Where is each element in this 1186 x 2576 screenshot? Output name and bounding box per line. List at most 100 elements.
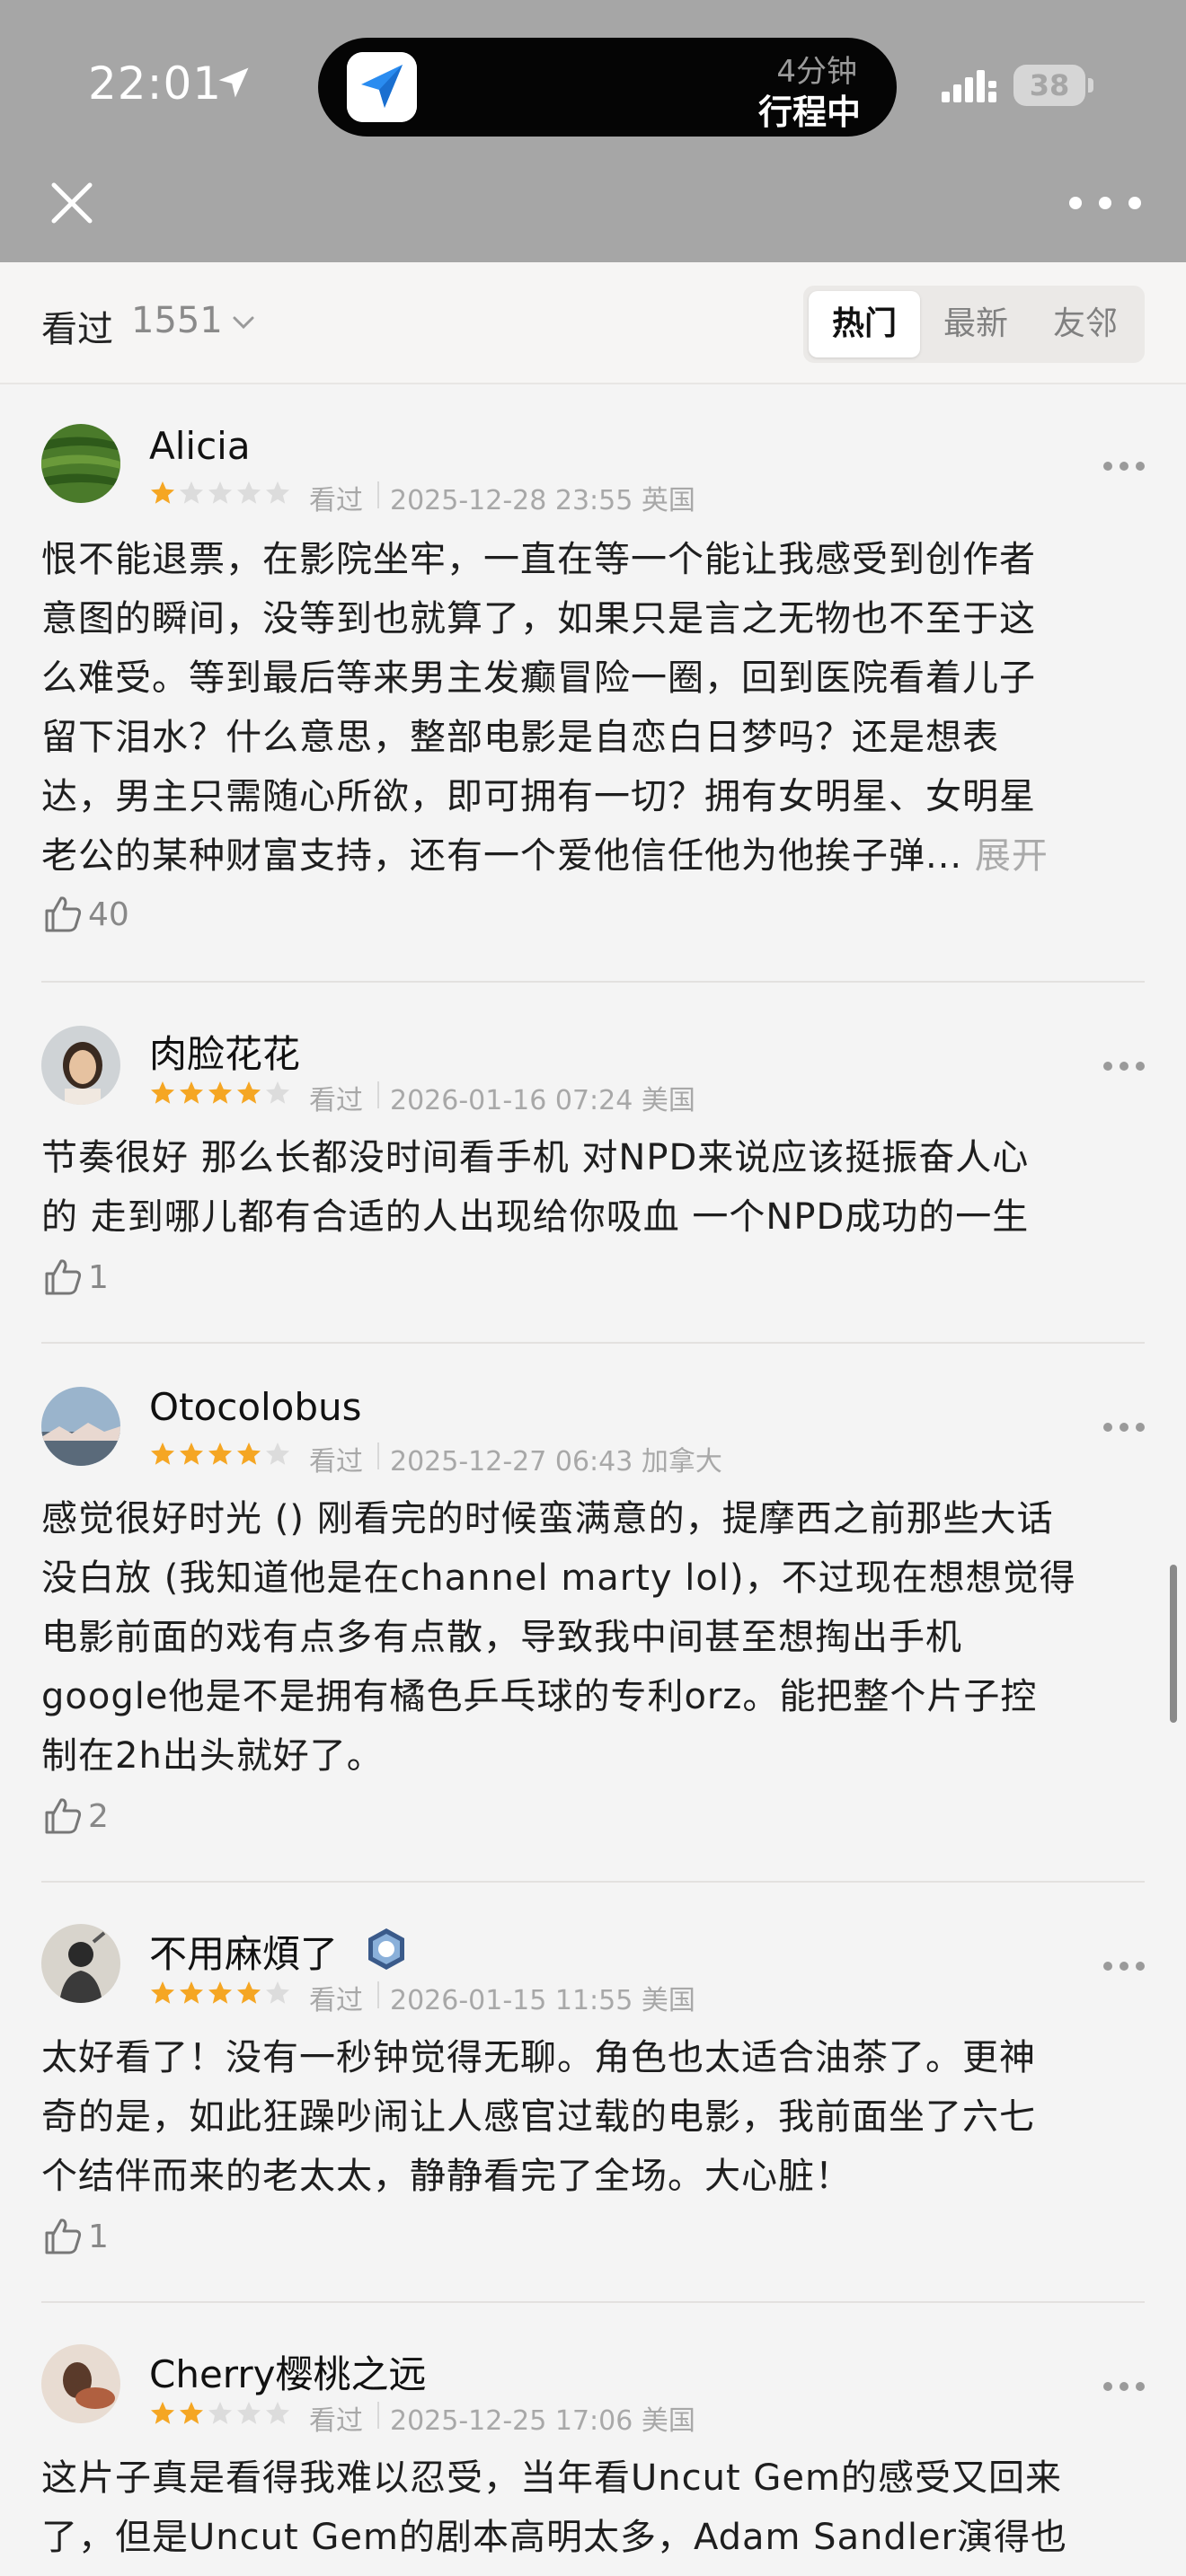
thumbs-up-icon: [45, 1798, 82, 1834]
close-icon[interactable]: [45, 176, 99, 230]
review-more-button[interactable]: [1103, 1960, 1145, 1972]
review-more-button[interactable]: [1103, 2380, 1145, 2393]
star-filled-icon: [151, 1442, 174, 1465]
star-empty-icon: [266, 1981, 289, 2004]
watch-status: 看过: [309, 2405, 363, 2437]
star-filled-icon: [151, 1081, 174, 1104]
star-filled-icon: [151, 2402, 174, 2424]
username[interactable]: Cherry樱桃之远: [149, 2344, 426, 2399]
star-empty-icon: [266, 1442, 289, 1465]
watch-status: 看过: [309, 485, 363, 516]
sort-segmented-control: 热门 最新 友邻: [803, 286, 1145, 363]
star-filled-icon: [151, 481, 174, 504]
filter-bar: 看过 1551 热门 最新 友邻: [0, 262, 1186, 384]
star-filled-icon: [237, 1442, 261, 1465]
tab-friends[interactable]: 友邻: [1031, 291, 1139, 357]
star-empty-icon: [180, 481, 203, 504]
tab-latest[interactable]: 最新: [922, 291, 1030, 357]
divider: [41, 981, 1145, 983]
more-options-button[interactable]: [1069, 185, 1141, 221]
review-text: 节奏很好 那么长都没时间看手机 对NPD来说应该挺振奋人心 的 走到哪儿都有合适…: [41, 1137, 1030, 1238]
thumbs-up-icon: [45, 896, 82, 932]
chevron-down-icon[interactable]: [230, 309, 257, 336]
navigation-app-icon: [347, 52, 417, 122]
like-button[interactable]: 1: [41, 2215, 109, 2258]
star-empty-icon: [237, 2402, 261, 2424]
trip-status: 行程中: [757, 93, 861, 132]
dynamic-island[interactable]: 4分钟 行程中: [318, 38, 897, 137]
star-filled-icon: [180, 1442, 203, 1465]
seen-count[interactable]: 1551: [131, 300, 223, 341]
meta-divider: [377, 1442, 379, 1469]
username[interactable]: Alicia: [149, 424, 251, 468]
avatar[interactable]: [41, 1026, 120, 1105]
review-date: 2026-01-15 11:55 美国: [390, 1985, 695, 2016]
star-empty-icon: [237, 481, 261, 504]
seen-filter-label[interactable]: 看过: [41, 300, 113, 352]
divider: [41, 1342, 1145, 1344]
review-more-button[interactable]: [1103, 1421, 1145, 1434]
divider: [41, 1881, 1145, 1883]
watch-status: 看过: [309, 1446, 363, 1478]
like-count: 2: [88, 1797, 109, 1835]
watch-status: 看过: [309, 1085, 363, 1116]
scrollbar[interactable]: [1170, 1565, 1177, 1723]
star-empty-icon: [266, 1081, 289, 1104]
star-filled-icon: [237, 1981, 261, 2004]
rating-stars: [149, 1980, 293, 2007]
star-filled-icon: [237, 1081, 261, 1104]
thumbs-up-icon: [45, 2219, 82, 2254]
rating-stars: [149, 1080, 293, 1107]
review-date: 2025-12-25 17:06 美国: [390, 2405, 695, 2437]
review-date: 2025-12-27 06:43 加拿大: [390, 1446, 722, 1478]
rating-stars: [149, 1441, 293, 1468]
star-filled-icon: [180, 1981, 203, 2004]
meta-divider: [377, 481, 379, 508]
review-text: 感觉很好时光 () 刚看完的时候蛮满意的，提摩西之前那些大话 没白放 (我知道他…: [41, 1498, 1076, 1777]
expand-link[interactable]: 展开: [975, 835, 1049, 877]
star-empty-icon: [266, 481, 289, 504]
star-filled-icon: [180, 1081, 203, 1104]
like-button[interactable]: 2: [41, 1795, 109, 1838]
like-count: 1: [88, 1258, 109, 1296]
meta-divider: [377, 2402, 379, 2429]
badge-icon: [368, 1928, 404, 1970]
star-empty-icon: [208, 2402, 232, 2424]
star-empty-icon: [266, 2402, 289, 2424]
review-more-button[interactable]: [1103, 460, 1145, 472]
meta-divider: [377, 1081, 379, 1108]
battery-indicator: 38: [1013, 65, 1085, 106]
star-filled-icon: [208, 1442, 232, 1465]
review-date: 2025-12-28 23:55 英国: [390, 485, 695, 516]
status-bar: 22:01 4分钟 行程中 38: [0, 0, 1186, 262]
like-button[interactable]: 1: [41, 1256, 109, 1299]
avatar[interactable]: [41, 1924, 120, 2003]
clock: 22:01: [88, 57, 223, 110]
star-filled-icon: [208, 1981, 232, 2004]
review-text: 太好看了！没有一秒钟觉得无聊。角色也太适合油茶了。更神 奇的是，如此狂躁吵闹让人…: [41, 2037, 1036, 2197]
rating-stars: [149, 480, 293, 507]
avatar[interactable]: [41, 424, 120, 503]
like-count: 1: [88, 2218, 109, 2255]
star-filled-icon: [180, 2402, 203, 2424]
review-more-button[interactable]: [1103, 1060, 1145, 1072]
star-empty-icon: [208, 481, 232, 504]
username[interactable]: 肉脸花花: [149, 1024, 300, 1079]
battery-tip: [1088, 78, 1093, 93]
star-filled-icon: [151, 1981, 174, 2004]
watch-status: 看过: [309, 1985, 363, 2016]
avatar[interactable]: [41, 1387, 120, 1466]
review-text: 恨不能退票，在影院坐牢，一直在等一个能让我感受到创作者 意图的瞬间，没等到也就算…: [41, 539, 1049, 877]
avatar[interactable]: [41, 2344, 120, 2423]
review-text: 这片子真是看得我难以忍受，当年看Uncut Gem的感受又回来 了，但是Uncu…: [41, 2457, 1067, 2558]
thumbs-up-icon: [45, 1259, 82, 1295]
like-button[interactable]: 40: [41, 893, 129, 936]
cellular-signal-icon: [942, 70, 996, 102]
divider: [41, 2301, 1145, 2303]
location-arrow-icon: [218, 67, 249, 98]
star-filled-icon: [208, 1081, 232, 1104]
username[interactable]: Otocolobus: [149, 1385, 362, 1429]
review-date: 2026-01-16 07:24 美国: [390, 1085, 695, 1116]
tab-hot[interactable]: 热门: [809, 291, 920, 357]
username[interactable]: 不用麻煩了: [149, 1924, 338, 1979]
